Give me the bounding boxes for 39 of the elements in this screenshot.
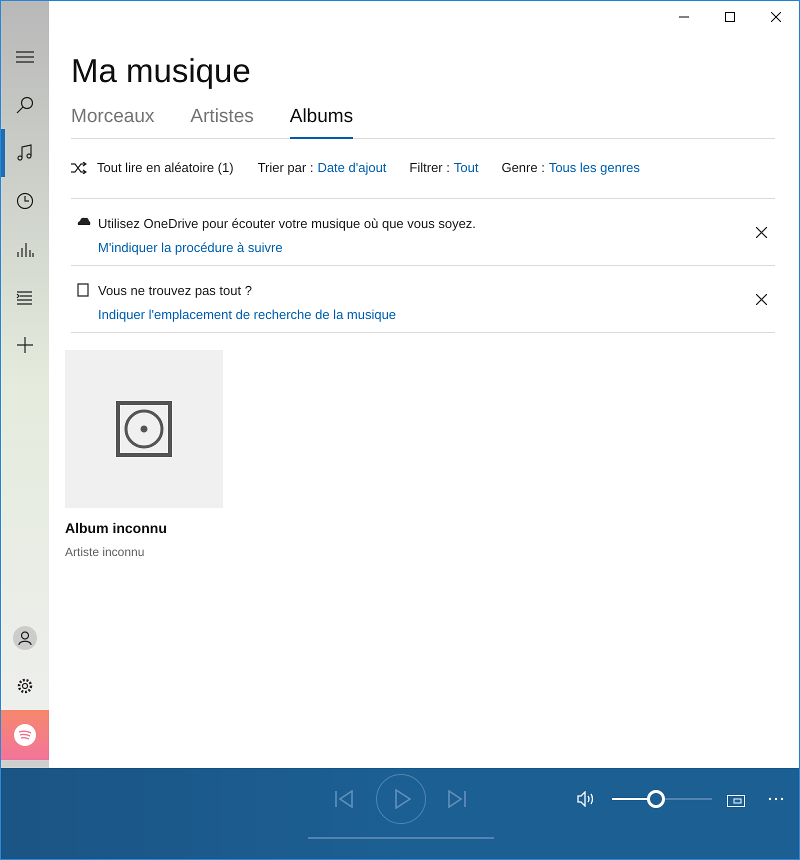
album-artist: Artiste inconnu bbox=[65, 544, 144, 560]
filter-dropdown[interactable]: Tout bbox=[454, 158, 478, 178]
play-icon bbox=[394, 789, 410, 809]
notice-text: Vous ne trouvez pas tout ? bbox=[98, 282, 253, 300]
sidebar-footer bbox=[1, 760, 49, 768]
promo-tile[interactable] bbox=[1, 710, 49, 760]
account-button[interactable] bbox=[13, 626, 37, 650]
shuffle-icon bbox=[71, 162, 87, 174]
settings-icon[interactable] bbox=[16, 677, 34, 695]
filter-label: Trier par : bbox=[258, 159, 314, 178]
person-icon bbox=[18, 631, 32, 645]
tab[interactable]: Artistes bbox=[190, 103, 254, 138]
close-icon[interactable] bbox=[771, 12, 781, 22]
sound-waves-icon bbox=[14, 724, 36, 746]
clock-icon bbox=[15, 192, 35, 210]
filter-dropdown[interactable]: Tous les genres bbox=[548, 158, 640, 178]
shuffle-all-button[interactable]: Tout lire en aléatoire (1) bbox=[97, 158, 234, 178]
volume-slider[interactable] bbox=[612, 790, 712, 808]
mini-player-icon[interactable] bbox=[727, 795, 745, 807]
close-icon[interactable] bbox=[756, 294, 767, 304]
notice-link[interactable]: M'indiquer la procédure à suivre bbox=[98, 238, 283, 258]
speaker-icon[interactable] bbox=[577, 791, 595, 807]
filter-label: Filtrer : bbox=[409, 159, 450, 178]
page-title: Ma musique bbox=[71, 51, 252, 91]
search-icon bbox=[15, 96, 35, 114]
filter-dropdown[interactable]: Date d'ajout bbox=[317, 158, 386, 178]
notice-link[interactable]: Indiquer l'emplacement de recherche de la musique bbox=[98, 305, 396, 324]
tab[interactable]: Morceaux bbox=[71, 103, 154, 138]
document-icon bbox=[77, 282, 89, 296]
tab[interactable]: Albums bbox=[290, 103, 354, 138]
notice-text: Utilisez OneDrive pour écouter votre musique où que vous soyez. bbox=[98, 214, 477, 233]
more-icon[interactable] bbox=[768, 797, 784, 801]
cloud-icon bbox=[77, 216, 91, 226]
close-icon[interactable] bbox=[756, 226, 767, 238]
album-cover[interactable] bbox=[65, 350, 223, 508]
plus-icon bbox=[15, 336, 35, 354]
album-title[interactable]: Album inconnu bbox=[65, 518, 167, 538]
filter-label: Genre : bbox=[501, 159, 545, 178]
maximize-icon[interactable] bbox=[725, 12, 735, 22]
